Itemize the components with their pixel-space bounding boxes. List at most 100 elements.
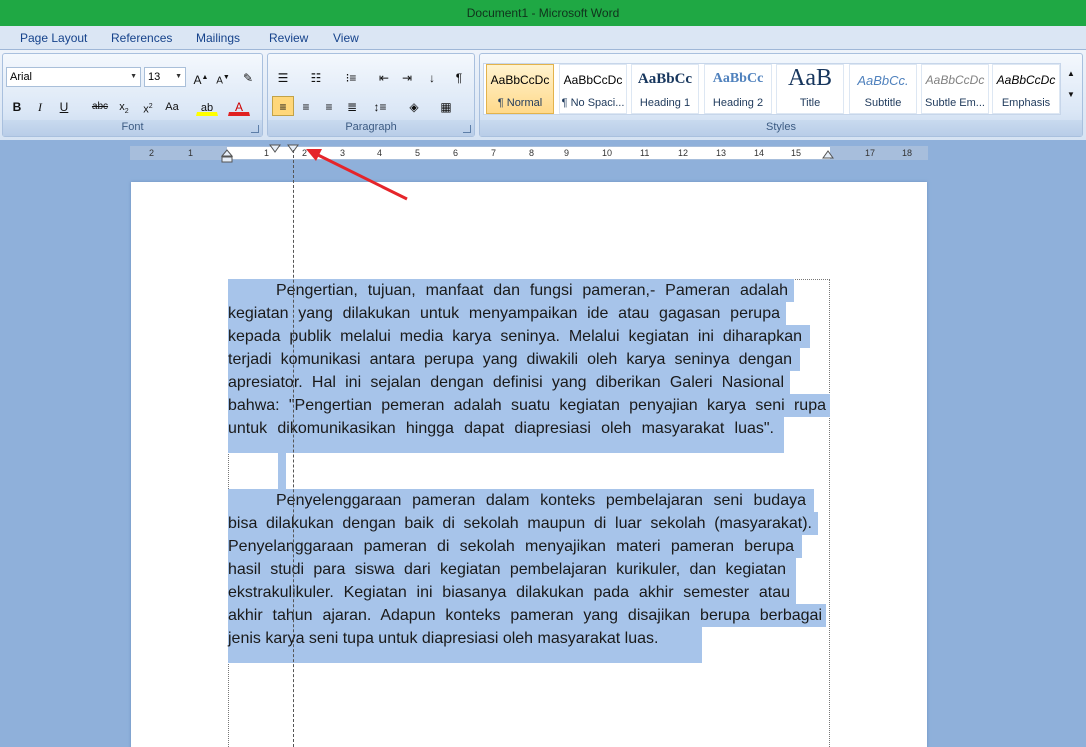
quick-styles-gallery: AaBbCcDc ¶ Normal AaBbCcDc ¶ No Spaci...… [483,63,1061,115]
paragraph-line: Penyelenggaraan pameran dalam konteks pe… [228,489,806,512]
style-title[interactable]: AaB Title [776,64,844,114]
sort-icon: ↓ [429,71,435,85]
superscript-button[interactable]: x2 [137,96,159,116]
left-margin-area [131,147,227,159]
show-formatting-button[interactable]: ¶ [448,67,470,87]
right-indent-marker[interactable] [822,148,834,160]
numbered-list-icon: ☷ [311,71,322,85]
dialog-launcher-icon[interactable] [251,125,259,133]
numbering-button[interactable]: ☷ [305,67,327,87]
outdent-icon: ⇤ [379,71,389,85]
borders-button[interactable]: ▦ [435,96,457,116]
style-name: Emphasis [993,97,1059,109]
justify-button[interactable]: ≣ [341,96,363,116]
shrink-font-button[interactable]: A▼ [212,67,234,87]
subscript-button[interactable]: x2 [113,96,135,116]
selection-highlight [278,453,286,489]
bullets-button[interactable]: ☰ [272,67,294,87]
align-right-button[interactable]: ≡ [318,96,340,116]
clear-format-icon: ✎ [243,71,253,85]
gallery-down-button[interactable]: ▼ [1063,84,1079,104]
multilevel-list-icon: ⁝≡ [346,71,357,85]
ruler-tick: 5 [415,147,420,159]
ruler-tick: 9 [564,147,569,159]
paragraph-line: Penyelanggaraan pameran di sekolah menya… [228,535,794,558]
sort-button[interactable]: ↓ [421,67,443,87]
style-preview: AaBbCc. [850,73,916,88]
paragraph-line: bisa dilakukan dengan baik di sekolah ma… [228,512,812,535]
left-indent-marker[interactable] [221,146,233,166]
paragraph-line: kepada publik melalui media karya seniny… [228,325,802,348]
style-name: Subtitle [850,97,916,109]
style-preview: AaBbCcDc [922,73,988,87]
justify-icon: ≣ [347,100,357,114]
paragraph-line: untuk dikomunikasikan hingga dapat diapr… [228,417,774,440]
style-preview: AaBbCcDc [560,73,626,87]
multilevel-list-button[interactable]: ⁝≡ [340,67,362,87]
style-subtle-emphasis[interactable]: AaBbCcDc Subtle Em... [921,64,989,114]
title-bar: Document1 - Microsoft Word [0,0,1086,26]
change-case-button[interactable]: Aa [161,96,183,116]
paragraph-line: apresiator. Hal ini sejalan dengan defin… [228,371,784,394]
styles-group-label: Styles [480,120,1082,136]
style-name: Heading 2 [705,97,771,109]
ruler-tick: 15 [791,147,801,159]
tab-review[interactable]: Review [269,31,308,45]
bold-button[interactable]: B [6,96,28,116]
paragraph-line: hasil studi para siswa dari kegiatan pem… [228,558,786,581]
horizontal-ruler[interactable]: 2 1 1 2 3 4 5 6 7 8 9 10 11 12 13 14 15 … [130,146,928,160]
ruler-tick: 2 [149,147,154,159]
gallery-up-button[interactable]: ▲ [1063,63,1079,83]
dialog-launcher-icon[interactable] [463,125,471,133]
style-no-spacing[interactable]: AaBbCcDc ¶ No Spaci... [559,64,627,114]
clear-format-button[interactable]: ✎ [237,67,259,87]
paragraph-line: akhir tahun ajaran. Adapun konteks pamer… [228,604,822,627]
style-emphasis[interactable]: AaBbCcDc Emphasis [992,64,1060,114]
style-preview: AaBbCc [705,71,771,87]
tab-page-layout[interactable]: Page Layout [20,31,87,45]
font-group-label: Font [3,120,262,136]
font-group: Arial ▼ 13 ▼ A▲ A▼ ✎ B I U abc x2 x2 Aa … [2,53,263,137]
shading-button[interactable]: ◈ [403,96,425,116]
style-preview: AaBbCc [632,71,698,88]
decrease-indent-button[interactable]: ⇤ [373,67,395,87]
highlight-button[interactable]: ab [196,96,218,116]
paragraph-group: ☰ ☷ ⁝≡ ⇤ ⇥ ↓ ¶ ≡ ≡ ≡ ≣ ↕≡ ◈ ▦ Paragraph [267,53,475,137]
paragraph-line: terjadi komunikasi antara perupa yang di… [228,348,792,371]
paragraph-line: bahwa: "Pengertian pemeran adalah suatu … [228,394,826,417]
style-preview: AaBbCcDc [993,73,1059,87]
chevron-down-icon: ▼ [175,68,182,86]
hanging-indent-marker[interactable] [269,144,281,154]
style-heading-1[interactable]: AaBbCc Heading 1 [631,64,699,114]
style-subtitle[interactable]: AaBbCc. Subtitle [849,64,917,114]
ribbon: Arial ▼ 13 ▼ A▲ A▼ ✎ B I U abc x2 x2 Aa … [0,50,1086,140]
pilcrow-icon: ¶ [456,71,462,85]
indent-guide-line [293,150,294,747]
increase-indent-button[interactable]: ⇥ [396,67,418,87]
paragraph-line: jenis karya seni tupa untuk diapresiasi … [228,627,696,650]
chevron-down-icon: ▼ [1067,90,1075,99]
ruler-tick: 10 [602,147,612,159]
align-right-icon: ≡ [325,100,332,114]
tab-references[interactable]: References [111,31,172,45]
ruler-tick: 11 [640,147,649,159]
font-color-button[interactable]: A [228,96,250,116]
style-heading-2[interactable]: AaBbCc Heading 2 [704,64,772,114]
align-center-button[interactable]: ≡ [295,96,317,116]
underline-button[interactable]: U [53,96,75,116]
tab-mailings[interactable]: Mailings [196,31,240,45]
strikethrough-button[interactable]: abc [89,96,111,116]
ruler-tick: 12 [678,147,688,159]
annotation-arrow-icon [300,146,415,204]
align-left-button[interactable]: ≡ [272,96,294,116]
style-normal[interactable]: AaBbCcDc ¶ Normal [486,64,554,114]
font-size-select[interactable]: 13 ▼ [144,67,186,87]
paragraph-line: kegiatan yang dilakukan untuk menyampaik… [228,302,780,325]
italic-button[interactable]: I [29,96,51,116]
grow-font-button[interactable]: A▲ [190,67,212,87]
tab-view[interactable]: View [333,31,359,45]
font-family-select[interactable]: Arial ▼ [6,67,141,87]
line-spacing-button[interactable]: ↕≡ [369,96,391,116]
chevron-up-icon: ▲ [1067,69,1075,78]
bullet-list-icon: ☰ [278,71,289,85]
